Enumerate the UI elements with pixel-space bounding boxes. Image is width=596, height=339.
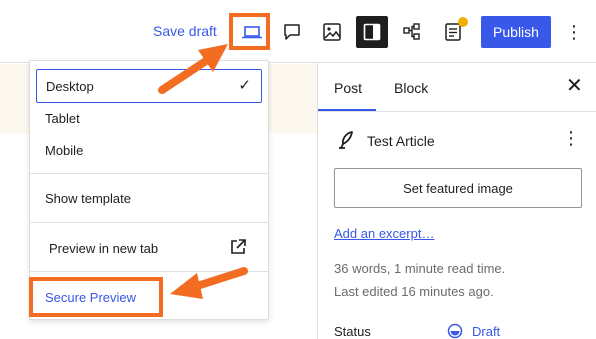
annotation-arrows (158, 44, 248, 299)
editor-window: Save draft Publish ⋮ Post Block ✕ Test A… (0, 0, 596, 339)
annotation-arrow-to-view-button (158, 44, 228, 94)
annotation-arrow-to-secure-preview (170, 267, 248, 299)
